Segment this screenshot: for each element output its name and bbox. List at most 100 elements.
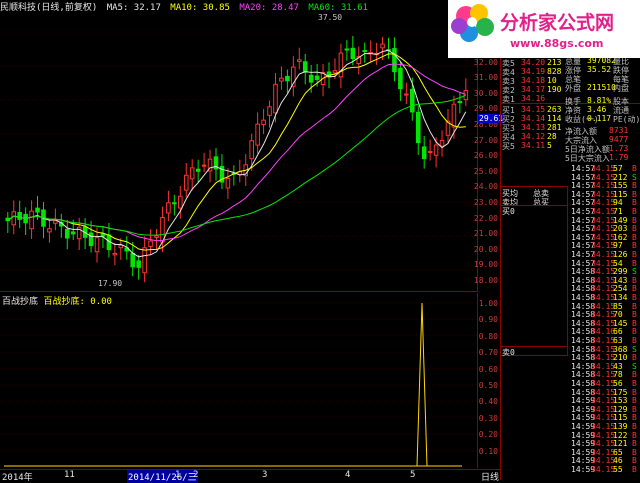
price-tick: 22.00 — [473, 213, 498, 223]
price-tick: 31.00 — [473, 73, 498, 83]
tick-row: 14:59 34.15 55 B — [501, 465, 640, 474]
price-tick: 25.00 — [473, 166, 498, 176]
stat-row: 总笔 每笔 — [501, 74, 640, 84]
flower-center — [467, 17, 477, 27]
tick-row: 14:59 34.15 46 B — [501, 456, 640, 465]
candle-body — [463, 90, 469, 101]
flower-petal-3 — [476, 18, 494, 36]
candle-body — [285, 75, 290, 82]
candle-body — [195, 168, 201, 172]
buy-queue-label: 买0 — [502, 207, 515, 216]
candle-body — [172, 202, 177, 205]
stat-key-2: PE(动) — [613, 115, 640, 124]
buy-queue-panel: 买0 — [500, 205, 568, 353]
tick-row: 14:58 34.15 175 B — [501, 388, 640, 397]
sell-queue-label: 卖0 — [502, 348, 515, 357]
candle-body — [64, 228, 70, 239]
price-tick: 26.00 — [473, 151, 498, 161]
flow-value: 8731 — [609, 126, 629, 135]
tick-volume: 55 — [613, 465, 623, 474]
candle-body — [70, 231, 76, 235]
flow-value: 1.79 — [609, 153, 629, 162]
stat-row: 收益(一) 0.117 PE(动) — [501, 114, 640, 124]
mark-4: 4 — [345, 470, 351, 480]
stat-value: 3.46 — [587, 105, 607, 114]
year-label: 2014年 — [2, 473, 33, 483]
mark-5: 5 — [410, 470, 416, 480]
candle-body — [225, 177, 231, 189]
candle-body — [130, 252, 135, 268]
indicator-tick: 0.90 — [478, 315, 498, 325]
candle-body — [314, 75, 320, 80]
candle-body — [415, 111, 421, 144]
ma60-line — [7, 94, 466, 236]
candle-body — [53, 220, 58, 224]
stat-value: 35.52 — [587, 65, 612, 74]
flow-row: 净流入额 8731 — [501, 126, 640, 136]
candle-body — [427, 150, 433, 154]
candle-body — [380, 43, 385, 49]
indicator-tick: 0.70 — [478, 348, 498, 358]
candle-body — [421, 146, 427, 160]
price-tick: 19.00 — [473, 260, 498, 270]
date-cursor-box: 2014/11/26/三 — [127, 470, 198, 483]
tick-row: 14:57 34.15 57 B — [501, 164, 640, 173]
tick-direction: B — [632, 465, 637, 474]
ma20-line — [7, 63, 466, 242]
mark-3: 3 — [262, 470, 268, 480]
candle-body — [433, 144, 439, 156]
indicator-axis: 1.00 0.90 0.80 0.70 0.60 0.50 0.40 0.30 0.20 0.10 — [478, 293, 500, 468]
date-bar: 2014年 11 2014/11/26/三 1 2 3 4 5 日线 — [0, 469, 500, 483]
period-tab[interactable]: 日线 — [481, 470, 499, 483]
price-tick: 29.00 — [473, 104, 498, 114]
tick-row: 14:58 34.15 56 B — [501, 379, 640, 388]
candle-body — [154, 235, 159, 239]
flow-key: 5日大宗流入 — [565, 154, 610, 163]
indicator-svg — [0, 302, 478, 467]
logo-url: www.88gs.com — [510, 37, 604, 50]
price-tick: 24.00 — [473, 182, 498, 192]
kline-svg: 37.50 17.90 — [0, 13, 478, 288]
candle-body — [362, 50, 367, 53]
candle-body — [94, 237, 100, 253]
indicator-tick: 0.20 — [478, 430, 498, 440]
indicator-header: 百战抄底 百战抄底: 0.00 — [2, 294, 112, 307]
candle-body — [279, 77, 284, 82]
tick-row: 14:59 34.15 121 B — [501, 439, 640, 448]
candle-body — [189, 167, 195, 180]
candle-body — [451, 103, 457, 128]
candle-body — [29, 210, 34, 230]
price-tick: 27.00 — [473, 135, 498, 145]
indicator-value: 百战抄底: 0.00 — [43, 297, 112, 307]
candle-body — [183, 174, 189, 191]
stat-value: 8.81% — [587, 96, 612, 105]
candle-body — [457, 101, 463, 104]
price-tick: 23.00 — [473, 198, 498, 207]
flow-value: 9477 — [609, 135, 629, 144]
candle-body — [392, 48, 397, 73]
tick-row: 14:57 34.15 212 S — [501, 173, 640, 182]
sell-queue-panel: 卖0 — [500, 346, 568, 357]
indicator-tick: 0.30 — [478, 413, 498, 423]
tick-row: 14:58 34.15 78 B — [501, 370, 640, 379]
candle-body — [350, 47, 356, 59]
stat-value: 211510 — [587, 83, 616, 92]
indicator-tick: 0.10 — [478, 446, 498, 456]
indicator-chart[interactable]: 百战抄底 百战抄底: 0.00 — [0, 293, 478, 468]
tick-row: 14:59 34.15 65 B — [501, 448, 640, 457]
indicator-tick: 1.00 — [478, 299, 498, 308]
site-logo: 分析家公式网 www.88gs.com — [448, 0, 640, 58]
mark-2: 2 — [193, 470, 199, 480]
indicator-tick: 0.60 — [478, 364, 498, 374]
candle-body — [273, 83, 278, 114]
high-price-label: 37.50 — [318, 13, 342, 22]
flower-petal-5 — [451, 18, 467, 34]
tick-price: 34.15 — [591, 465, 616, 474]
candle-body — [112, 253, 118, 256]
candle-body — [166, 202, 171, 214]
stat-row: 涨停 35.52 跌停 — [501, 65, 640, 75]
kline-chart[interactable]: 37.50 17.90 — [0, 12, 478, 292]
candle-body — [338, 52, 344, 78]
candle-body — [255, 123, 260, 146]
tick-row: 14:59 34.15 122 B — [501, 431, 640, 440]
